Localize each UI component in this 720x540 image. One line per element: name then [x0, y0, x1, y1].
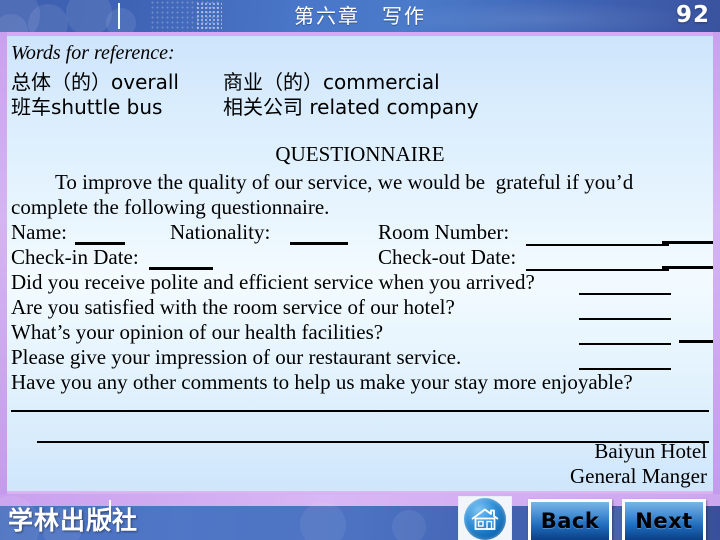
panel-left-border [0, 32, 7, 494]
questionnaire-intro-line-1: To improve the quality of our service, w… [55, 170, 634, 194]
field-blank-nationality[interactable] [290, 242, 348, 245]
field-blank-room-number-extra[interactable] [662, 241, 713, 244]
field-label-nationality: Nationality: [170, 220, 271, 244]
question-0: Did you receive polite and efficient ser… [11, 270, 535, 294]
slide-header: 第六章 写作 92 [0, 0, 720, 32]
footer-text-caret [109, 500, 111, 522]
question-2-answer-blank-extra[interactable] [679, 340, 713, 343]
question-3: Please give your impression of our resta… [11, 345, 462, 369]
field-label-check-out-date: Check-out Date: [378, 245, 517, 269]
field-label-name: Name: [11, 220, 67, 244]
publisher-name: 学林出版社 [8, 506, 139, 535]
question-1: Are you satisfied with the room service … [11, 295, 455, 319]
slide-root: 第六章 写作 92 Words for reference: 总体（的）over… [0, 0, 720, 540]
questionnaire-title: QUESTIONNAIRE [275, 142, 445, 166]
vocab-row-1-left: 班车shuttle bus [11, 95, 163, 119]
home-icon [464, 498, 506, 540]
field-label-check-in-date: Check-in Date: [11, 245, 139, 269]
field-label-room-number: Room Number: [378, 220, 510, 244]
back-button[interactable]: Back [528, 499, 612, 540]
words-for-reference-heading: Words for reference: [11, 42, 175, 64]
field-blank-check-out-date[interactable] [526, 269, 669, 271]
question-2-answer-blank[interactable] [579, 343, 671, 345]
home-button[interactable] [458, 496, 512, 540]
question-4: Have you any other comments to help us m… [11, 370, 633, 394]
questionnaire-intro-line-2: complete the following questionnaire. [11, 195, 330, 219]
comment-line-1[interactable] [11, 410, 709, 412]
slide-footer: 学林出版社 [0, 494, 720, 540]
question-2: What’s your opinion of our health facili… [11, 320, 384, 344]
field-blank-room-number[interactable] [526, 244, 669, 246]
field-blank-check-out-date-extra[interactable] [662, 266, 713, 269]
page-number: 92 [675, 2, 710, 28]
signature-hotel: Baiyun Hotel [594, 439, 707, 463]
next-button[interactable]: Next [622, 499, 706, 540]
question-0-answer-blank[interactable] [579, 293, 671, 295]
vocab-row-1-right: 相关公司 related company [223, 95, 479, 119]
chapter-title: 第六章 写作 [294, 4, 426, 28]
signature-role: General Manger [569, 464, 707, 488]
slide-content: Words for reference: 总体（的）overall 商业（的）c… [7, 32, 713, 494]
question-1-answer-blank[interactable] [579, 318, 671, 320]
panel-right-border [713, 32, 720, 494]
